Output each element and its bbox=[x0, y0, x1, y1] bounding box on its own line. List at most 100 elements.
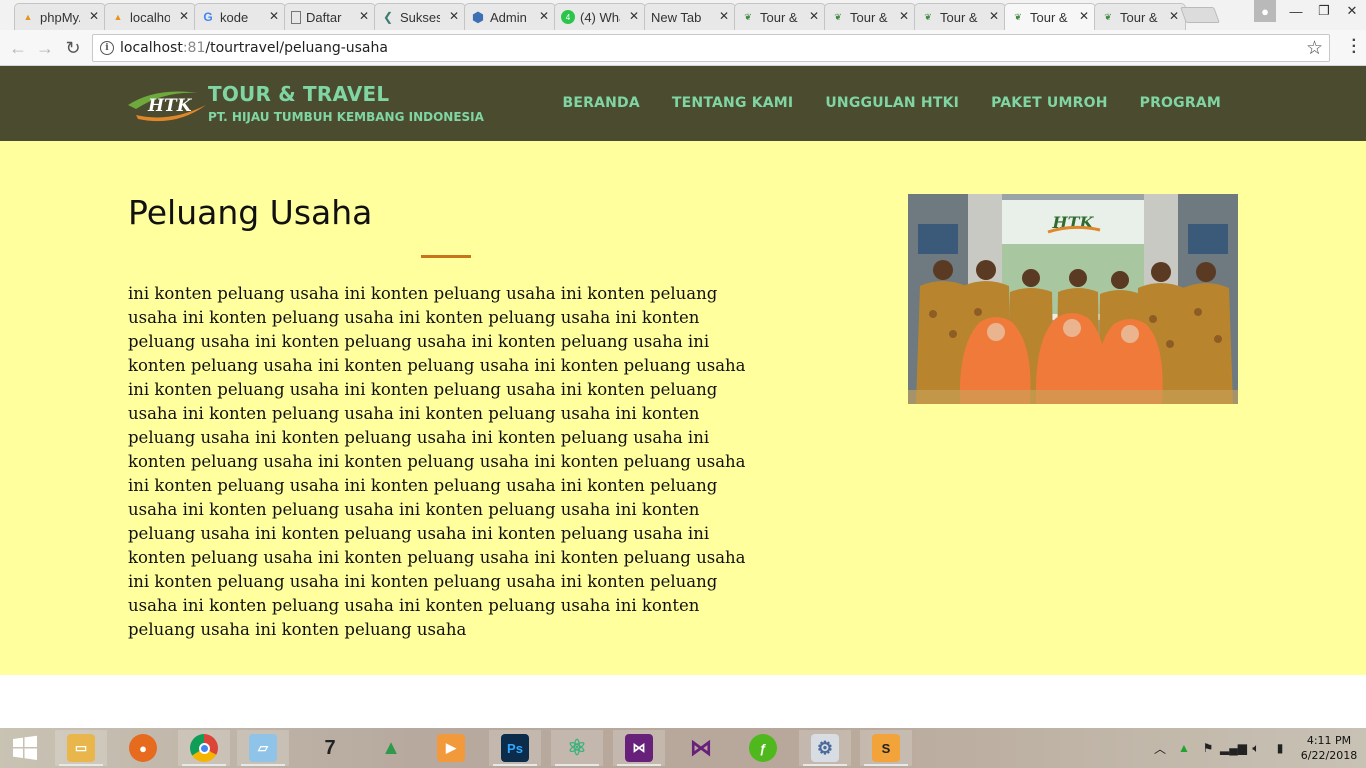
browser-tab[interactable]: Daftar ✕ bbox=[284, 3, 376, 30]
volume-icon[interactable]: 🔈︎ bbox=[1244, 741, 1268, 756]
action-center-flag-icon[interactable]: ⚑ bbox=[1196, 741, 1220, 755]
google-favicon-icon: G bbox=[203, 10, 213, 24]
site-navbar: HTK TOUR & TRAVEL PT. HIJAU TUMBUH KEMBA… bbox=[0, 66, 1366, 141]
taskbar-media-player[interactable]: ▶ bbox=[425, 730, 477, 766]
back-arrow-icon[interactable]: ← bbox=[7, 37, 29, 59]
close-tab-icon[interactable]: ✕ bbox=[1169, 9, 1179, 23]
taskbar-visual-studio-2[interactable]: ⋈ bbox=[675, 730, 727, 766]
seven-zip-icon: 7 bbox=[324, 736, 336, 759]
close-tab-icon[interactable]: ✕ bbox=[539, 9, 549, 23]
nav-unggulan-htki-link[interactable]: UNGGULAN HTKI bbox=[825, 95, 959, 111]
taskbar-chrome[interactable] bbox=[178, 730, 230, 766]
main-content: Peluang Usaha ini konten peluang usaha i… bbox=[0, 141, 1366, 675]
htk-favicon-icon: ❦ bbox=[744, 11, 752, 22]
browser-tab[interactable]: ❦ Tour & ✕ bbox=[1094, 3, 1186, 30]
media-player-icon: ▶ bbox=[437, 734, 465, 762]
close-tab-icon[interactable]: ✕ bbox=[179, 9, 189, 23]
browser-tab[interactable]: G kode ✕ bbox=[194, 3, 286, 30]
taskbar-clock[interactable]: 4:11 PM 6/22/2018 bbox=[1292, 733, 1366, 763]
google-drive-icon[interactable]: ▲ bbox=[1172, 741, 1196, 755]
taskbar-photoshop[interactable]: Ps bbox=[489, 730, 541, 766]
browser-tab[interactable]: ⬢ Admin ✕ bbox=[464, 3, 556, 30]
windows-logo-icon bbox=[13, 735, 37, 760]
phpmyadmin-favicon-icon: ▲ bbox=[23, 12, 33, 22]
htk-favicon-icon: ❦ bbox=[1014, 11, 1022, 22]
htk-favicon-icon: ❦ bbox=[924, 11, 932, 22]
brand-subtitle: PT. HIJAU TUMBUH KEMBANG INDONESIA bbox=[208, 110, 484, 124]
battery-icon[interactable]: ▮ bbox=[1268, 741, 1292, 755]
close-tab-icon[interactable]: ✕ bbox=[989, 9, 999, 23]
network-signal-icon[interactable]: ▂▄▆ bbox=[1220, 741, 1247, 755]
browser-tab[interactable]: 4 (4) WhatsApp ✕ bbox=[554, 3, 646, 30]
close-tab-icon[interactable]: ✕ bbox=[629, 9, 639, 23]
htk-favicon-icon: ❦ bbox=[1104, 11, 1112, 22]
settings-gear-icon: ⚙ bbox=[811, 734, 839, 762]
taskbar-sublime[interactable]: S bbox=[860, 730, 912, 766]
taskbar-settings[interactable]: ⚙ bbox=[799, 730, 851, 766]
browser-tab[interactable]: ❮ Sukses ✕ bbox=[374, 3, 466, 30]
dreamweaver-icon: ƒ bbox=[749, 734, 777, 762]
close-tab-icon[interactable]: ✕ bbox=[359, 9, 369, 23]
team-photo: HTK bbox=[908, 194, 1238, 404]
nav-beranda-link[interactable]: BERANDA bbox=[562, 95, 639, 111]
phpmyadmin-favicon-icon: ▲ bbox=[113, 12, 123, 22]
page-body-text: ini konten peluang usaha ini konten pelu… bbox=[128, 284, 746, 639]
new-tab-button[interactable] bbox=[1180, 7, 1220, 23]
close-tab-icon[interactable]: ✕ bbox=[1079, 9, 1089, 23]
firefox-icon: ● bbox=[129, 734, 157, 762]
taskbar-7zip[interactable]: 7 bbox=[304, 730, 356, 766]
browser-tab[interactable]: ❦ Tour & ✕ bbox=[734, 3, 826, 30]
browser-tab[interactable]: ▲ phpMyAdmin ✕ bbox=[14, 3, 106, 30]
show-hidden-icons-icon[interactable]: ︿ bbox=[1148, 740, 1172, 757]
photoshop-icon: Ps bbox=[501, 734, 529, 762]
browser-tab[interactable]: ❦ Tour & ✕ bbox=[914, 3, 1006, 30]
forward-arrow-icon[interactable]: → bbox=[34, 37, 56, 59]
nav-program-link[interactable]: PROGRAM bbox=[1140, 95, 1221, 111]
close-tab-icon[interactable]: ✕ bbox=[449, 9, 459, 23]
close-tab-icon[interactable]: ✕ bbox=[809, 9, 819, 23]
close-tab-icon[interactable]: ✕ bbox=[719, 9, 729, 23]
clock-date: 6/22/2018 bbox=[1300, 749, 1358, 762]
page-footer-space bbox=[0, 675, 1366, 728]
browser-tab[interactable]: New Tab ✕ bbox=[644, 3, 736, 30]
rocket-icon: ▲ bbox=[381, 736, 401, 759]
windows-taskbar: ▭ ● ▱ 7 ▲ ▶ Ps ⚛ ⋈ ⋈ ƒ ⚙ S ︿ ▲ ⚑ ▂▄▆ 🔈︎ bbox=[0, 728, 1366, 768]
taskbar-visual-studio[interactable]: ⋈ bbox=[613, 730, 665, 766]
nav-paket-umroh-link[interactable]: PAKET UMROH bbox=[991, 95, 1108, 111]
htk-favicon-icon: ❦ bbox=[834, 11, 842, 22]
browser-tab-strip: ▲ phpMyAdmin ✕ ▲ localhost ✕ G kode ✕ Da… bbox=[0, 0, 1366, 30]
maximize-icon[interactable]: ❐ bbox=[1310, 0, 1338, 22]
close-tab-icon[interactable]: ✕ bbox=[89, 9, 99, 23]
windows-start-button[interactable] bbox=[0, 728, 50, 768]
taskbar-file-explorer[interactable]: ▭ bbox=[55, 730, 107, 766]
brand-title[interactable]: TOUR & TRAVEL bbox=[208, 82, 389, 106]
taskbar-notepad[interactable]: ▱ bbox=[237, 730, 289, 766]
reload-icon[interactable]: ↻ bbox=[62, 37, 84, 59]
window-controls: ● — ❐ ✕ bbox=[1254, 0, 1366, 22]
bookmark-star-icon[interactable]: ☆ bbox=[1306, 37, 1323, 60]
taskbar-rocket[interactable]: ▲ bbox=[365, 730, 417, 766]
address-bar[interactable]: i localhost:81/tourtravel/peluang-usaha … bbox=[92, 34, 1330, 62]
sublime-icon: S bbox=[872, 734, 900, 762]
title-underline-divider bbox=[421, 255, 471, 258]
url-text[interactable]: localhost:81/tourtravel/peluang-usaha bbox=[120, 40, 388, 56]
close-window-icon[interactable]: ✕ bbox=[1338, 0, 1366, 22]
taskbar-firefox[interactable]: ● bbox=[117, 730, 169, 766]
arrow-favicon-icon: ❮ bbox=[382, 10, 394, 24]
browser-menu-icon[interactable]: · · · bbox=[1352, 33, 1357, 61]
profile-icon[interactable]: ● bbox=[1254, 0, 1276, 22]
browser-tab[interactable]: ▲ localhost ✕ bbox=[104, 3, 196, 30]
close-tab-icon[interactable]: ✕ bbox=[269, 9, 279, 23]
site-info-icon[interactable]: i bbox=[100, 41, 114, 55]
chrome-icon bbox=[190, 734, 218, 762]
system-tray: ︿ ▲ ⚑ ▂▄▆ 🔈︎ ▮ 4:11 PM 6/22/2018 bbox=[1148, 728, 1366, 768]
browser-tab[interactable]: ❦ Tour & ✕ bbox=[824, 3, 916, 30]
nav-tentang-kami-link[interactable]: TENTANG KAMI bbox=[672, 95, 793, 111]
taskbar-atom[interactable]: ⚛ bbox=[551, 730, 603, 766]
browser-tab-active[interactable]: ❦ Tour & ✕ bbox=[1004, 3, 1096, 30]
taskbar-dreamweaver[interactable]: ƒ bbox=[737, 730, 789, 766]
close-tab-icon[interactable]: ✕ bbox=[899, 9, 909, 23]
visual-studio-alt-icon: ⋈ bbox=[690, 735, 712, 760]
htk-logo[interactable]: HTK bbox=[126, 83, 208, 123]
minimize-icon[interactable]: — bbox=[1282, 0, 1310, 22]
